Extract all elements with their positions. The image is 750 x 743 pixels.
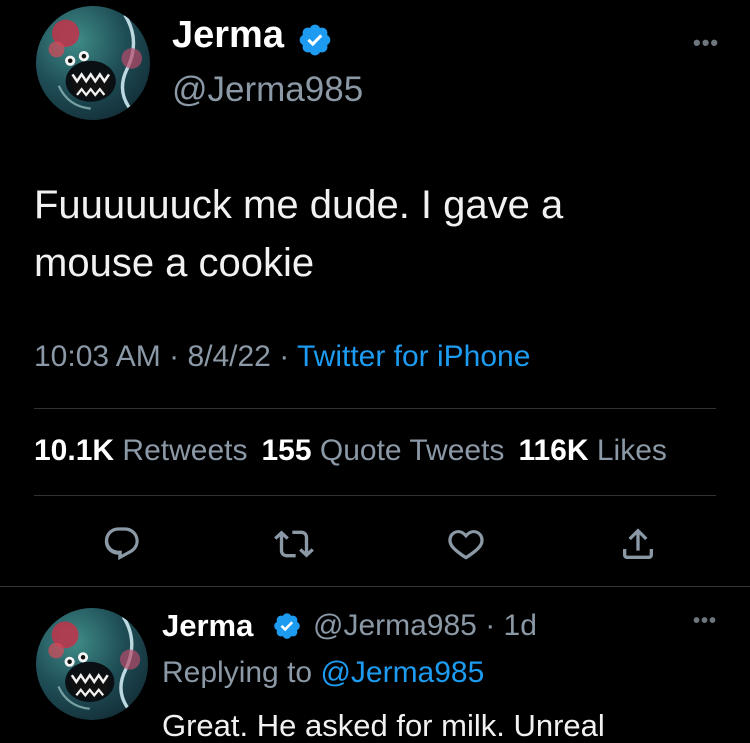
reply-icon[interactable] (102, 524, 142, 564)
user-handle[interactable]: @Jerma985 (172, 70, 363, 110)
retweets-label: Retweets (122, 434, 248, 467)
user-handle-text[interactable]: @Jerma985 (313, 609, 477, 642)
meta-separator: · (160, 340, 188, 373)
like-icon[interactable] (446, 524, 486, 564)
divider (34, 495, 716, 496)
more-horizontal-icon[interactable]: ••• (693, 30, 719, 56)
verified-badge-icon (272, 611, 302, 641)
likes-label: Likes (596, 434, 667, 467)
divider (0, 586, 750, 587)
avatar[interactable] (36, 6, 150, 120)
likes-stat[interactable]: 116K Likes (518, 434, 666, 467)
user-handle: @Jerma985 · 1d (313, 609, 537, 643)
retweet-icon[interactable] (274, 524, 314, 564)
tweet-date[interactable]: 8/4/22 (187, 340, 270, 373)
display-name[interactable]: Jerma (172, 14, 284, 57)
replying-to: Replying to @Jerma985 (162, 656, 484, 690)
verified-badge-icon (297, 22, 333, 58)
divider (34, 408, 716, 409)
meta-separator: · (270, 340, 297, 373)
retweets-stat[interactable]: 10.1K Retweets (34, 434, 247, 467)
tweet-text: Fuuuuuuck me dude. I gave a mouse a cook… (34, 176, 694, 292)
more-horizontal-icon[interactable]: ••• (693, 610, 717, 633)
likes-count: 116K (518, 434, 589, 467)
tweet-source[interactable]: Twitter for iPhone (297, 340, 530, 373)
tweet-age[interactable]: · 1d (485, 609, 537, 642)
avatar-image (48, 14, 143, 112)
tweet-text-line: mouse a cookie (34, 241, 315, 285)
quote-tweets-stat[interactable]: 155 Quote Tweets (261, 434, 504, 467)
reply-text: Great. He asked for milk. Unreal (162, 708, 605, 743)
share-icon[interactable] (618, 524, 658, 564)
mention-link[interactable]: @Jerma985 (320, 656, 484, 689)
avatar[interactable] (36, 608, 148, 720)
quotes-label: Quote Tweets (319, 434, 505, 467)
replying-prefix: Replying to (162, 656, 321, 689)
quotes-count: 155 (261, 434, 312, 467)
avatar-image (48, 616, 141, 713)
main-tweet: Jerma @Jerma985 ••• Fuuuuuuck me dude. I… (0, 0, 750, 585)
tweet-meta: 10:03 AM · 8/4/22 · Twitter for iPhone (34, 340, 530, 374)
tweet-text-line: Fuuuuuuck me dude. I gave a (34, 183, 564, 227)
tweet-time[interactable]: 10:03 AM (34, 340, 161, 373)
retweets-count: 10.1K (34, 434, 115, 467)
tweet-stats: 10.1K Retweets 155 Quote Tweets 116K Likes (34, 434, 667, 468)
display-name[interactable]: Jerma (162, 608, 253, 644)
